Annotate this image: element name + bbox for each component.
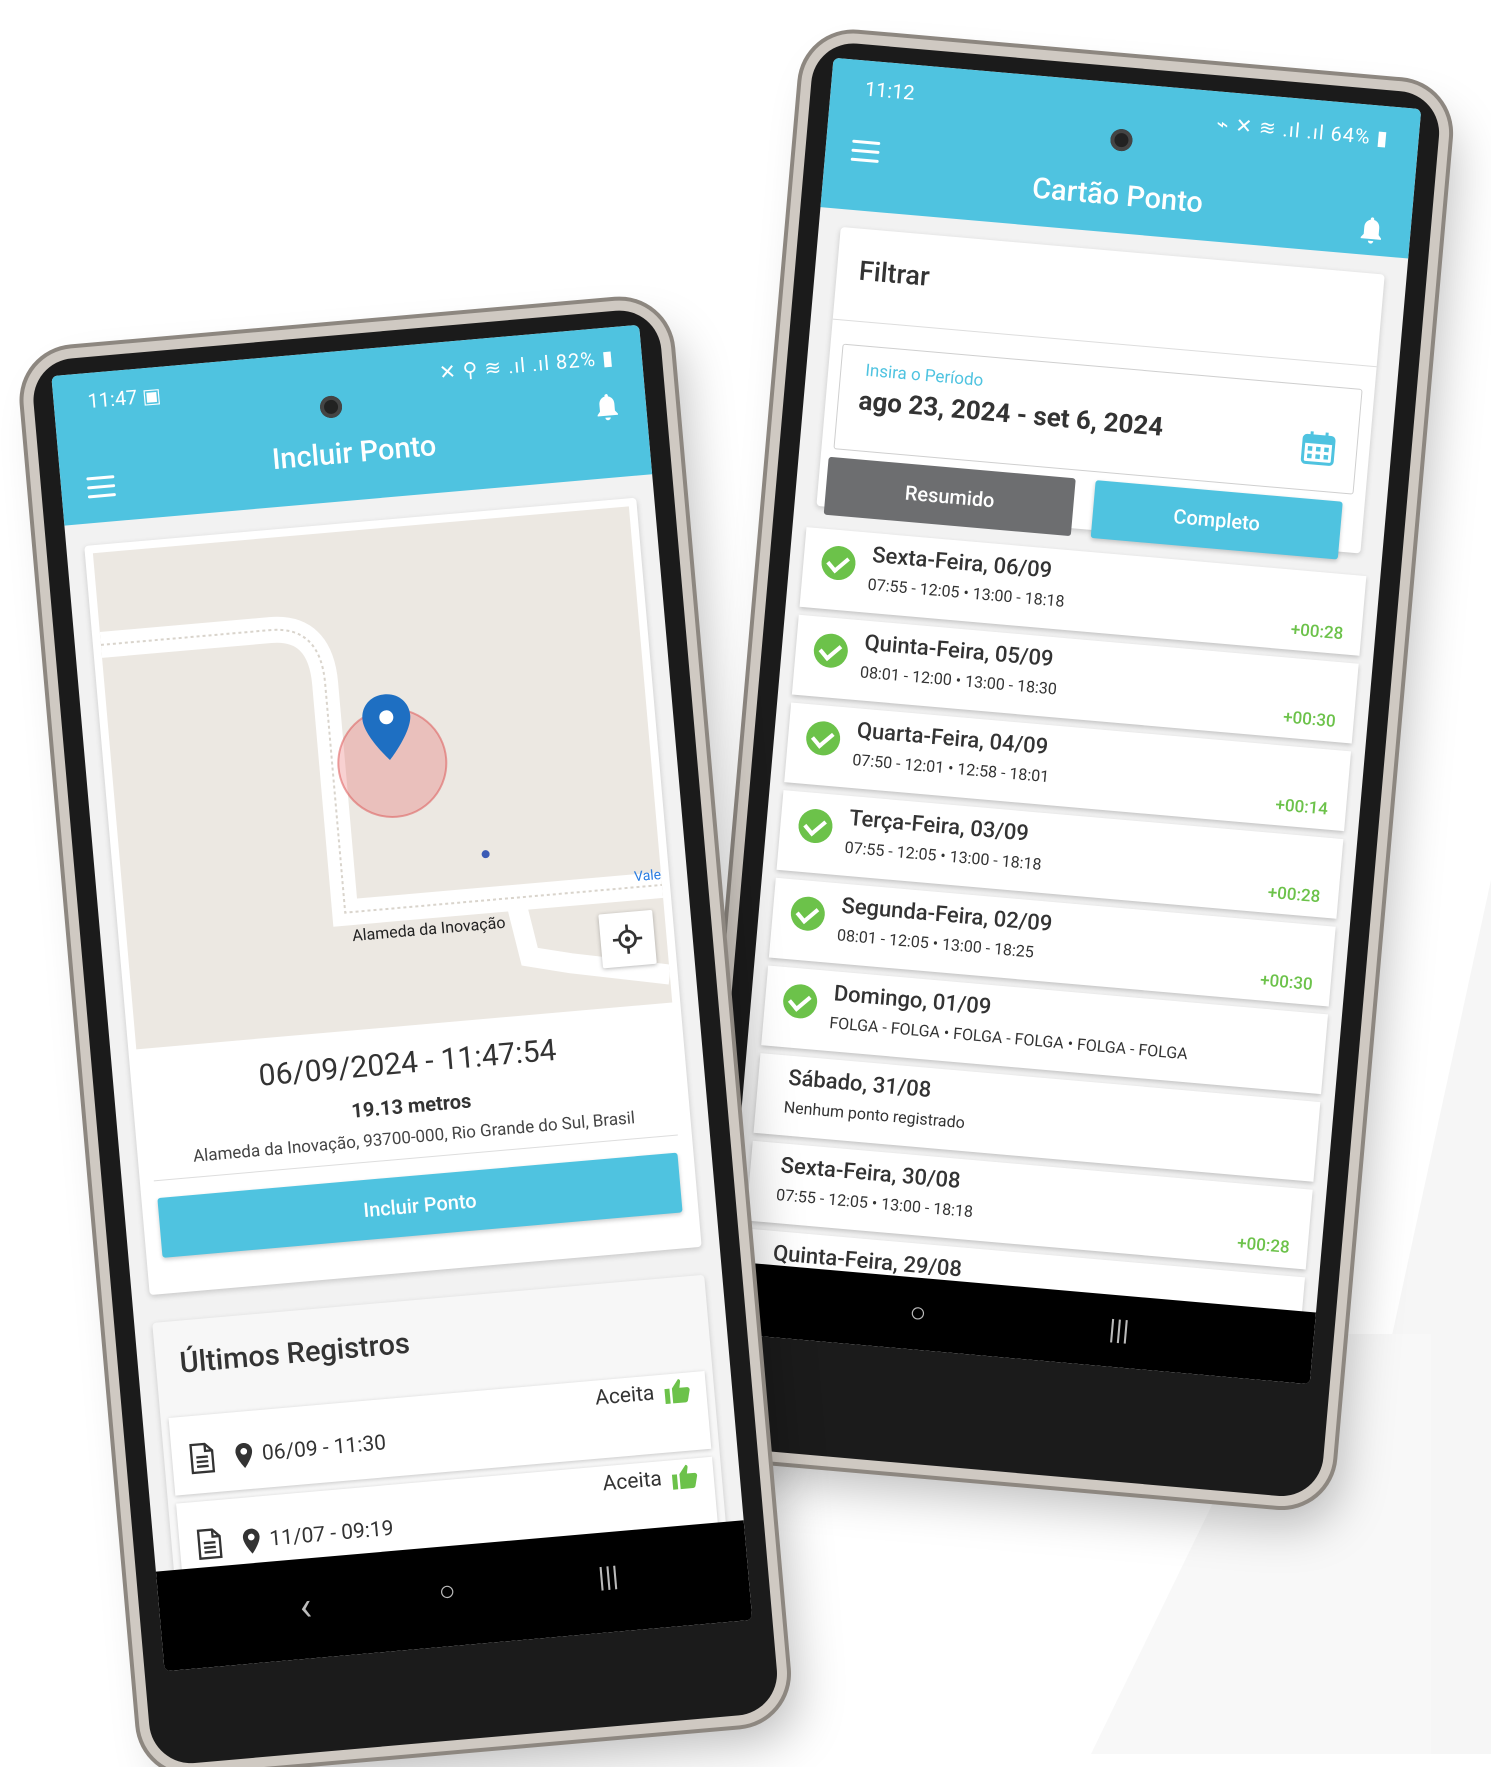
record-time: 06/09 - 11:30 [261, 1431, 388, 1466]
filter-title: Filtrar [857, 254, 931, 293]
map-view[interactable]: Alameda da Inovação Vale [92, 506, 673, 1050]
page-title: Cartão Ponto [1030, 171, 1205, 221]
recents-nav-icon[interactable]: ||| [1107, 1313, 1130, 1348]
full-button[interactable]: Completo [1090, 480, 1343, 560]
day-extra-hours: +00:28 [1289, 619, 1345, 645]
screen-cartao-ponto: 11:12 ⌁ ✕ ≋ .ıl .ıl 64% ▮ Cartão Ponto F… [721, 57, 1422, 1385]
battery-percent: 82% [554, 346, 597, 375]
phone-right: 11:12 ⌁ ✕ ≋ .ıl .ıl 64% ▮ Cartão Ponto F… [692, 40, 1443, 1500]
record-status: Aceita [594, 1381, 656, 1411]
recenter-button[interactable] [598, 909, 657, 969]
status-battery: ⌁ ✕ ≋ .ıl .ıl 64% ▮ [1215, 111, 1390, 151]
map-roads [99, 616, 671, 985]
home-nav-icon[interactable]: ○ [437, 1574, 457, 1608]
page-title: Incluir Ponto [270, 428, 438, 478]
status-battery: ✕ ⚲ ≋ .ıl .ıl 82% ▮ [438, 345, 615, 385]
day-times: Nenhum ponto registrado [783, 1097, 966, 1133]
summary-button[interactable]: Resumido [823, 456, 1076, 537]
location-card: Alameda da Inovação Vale 06/09/2024 - 11… [84, 497, 702, 1296]
status-time-text: 11:47 [86, 384, 139, 414]
records-title: Últimos Registros [178, 1326, 412, 1381]
filter-card: Filtrar Insira o Período ago 23, 2024 - … [816, 226, 1385, 560]
screen-incluir-ponto: 11:47 ▣ ✕ ⚲ ≋ .ıl .ıl 82% ▮ Incluir Pont… [51, 324, 753, 1672]
battery-percent: 64% [1329, 121, 1372, 149]
calendar-icon[interactable] [1299, 429, 1338, 468]
phone-left: 11:47 ▣ ✕ ⚲ ≋ .ıl .ıl 82% ▮ Incluir Pont… [30, 307, 781, 1767]
record-status: Aceita [601, 1467, 663, 1497]
day-extra-hours: +00:28 [1236, 1233, 1291, 1258]
bell-icon[interactable] [593, 391, 622, 423]
back-nav-icon[interactable]: ‹ [297, 1582, 313, 1630]
camera-notch [1109, 128, 1134, 153]
day-extra-hours: +00:28 [1266, 882, 1322, 908]
day-title: Domingo, 01/09 [832, 981, 993, 1020]
thumbs-up-icon [671, 1464, 698, 1490]
check-icon [812, 632, 850, 670]
document-icon[interactable] [194, 1526, 225, 1562]
crosshair-icon [612, 924, 643, 954]
status-time: 11:12 [863, 76, 916, 105]
record-time: 11/07 - 09:19 [268, 1516, 395, 1552]
period-label: Insira o Período [864, 360, 985, 391]
day-extra-hours: +00:30 [1259, 970, 1314, 995]
check-icon [820, 544, 857, 582]
recents-nav-icon[interactable]: ||| [597, 1559, 620, 1594]
app-header: 11:12 ⌁ ✕ ≋ .ıl .ıl 64% ▮ Cartão Ponto [820, 57, 1422, 259]
status-time: 11:47 ▣ [86, 382, 163, 414]
home-nav-icon[interactable]: ○ [908, 1295, 928, 1329]
bell-icon[interactable] [1357, 214, 1386, 246]
day-extra-hours: +00:30 [1282, 707, 1337, 732]
include-punch-button[interactable]: Incluir Ponto [157, 1152, 683, 1258]
location-pin-icon [242, 1528, 260, 1554]
check-icon [797, 807, 834, 845]
day-list: Sexta-Feira, 06/09 07:55 - 12:05 • 13:00 … [722, 526, 1380, 1384]
document-icon[interactable] [187, 1440, 218, 1476]
check-icon [804, 719, 842, 757]
map-edge-label: Vale [633, 866, 662, 886]
period-value: ago 23, 2024 - set 6, 2024 [857, 386, 1165, 443]
thumbs-up-icon [664, 1379, 690, 1405]
camera-notch [319, 395, 343, 419]
app-header: 11:47 ▣ ✕ ⚲ ≋ .ıl .ıl 82% ▮ Incluir Pont… [51, 324, 653, 526]
day-times: FOLGA - FOLGA • FOLGA - FOLGA • FOLGA - … [828, 1013, 1189, 1064]
check-icon [789, 895, 827, 933]
location-pin-icon [235, 1443, 253, 1468]
day-extra-hours: +00:14 [1274, 795, 1329, 820]
day-title: Sábado, 31/08 [787, 1065, 933, 1104]
check-icon [781, 982, 819, 1020]
